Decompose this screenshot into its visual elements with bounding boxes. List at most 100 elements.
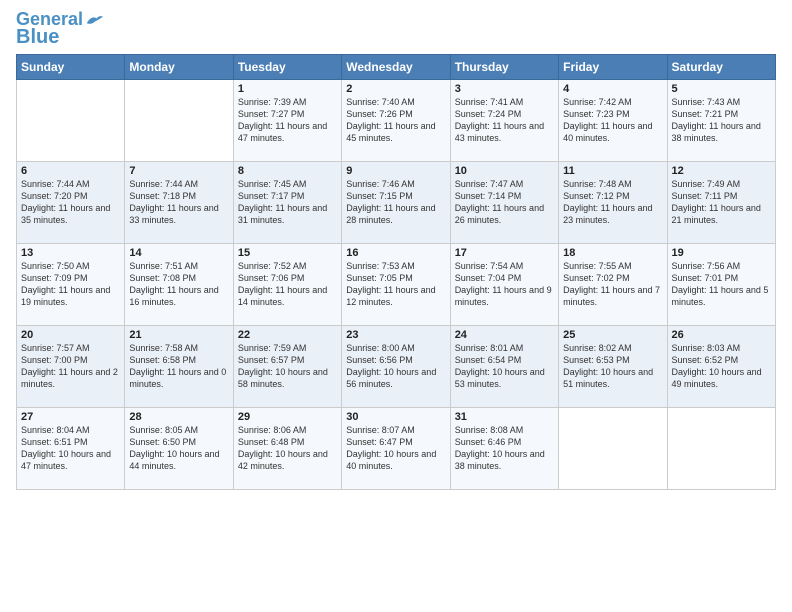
calendar-cell: 29Sunrise: 8:06 AMSunset: 6:48 PMDayligh…	[233, 407, 341, 489]
calendar-cell: 17Sunrise: 7:54 AMSunset: 7:04 PMDayligh…	[450, 243, 558, 325]
day-number: 16	[346, 247, 445, 259]
col-header-thursday: Thursday	[450, 54, 558, 79]
day-number: 13	[21, 247, 120, 259]
cell-detail: Sunrise: 8:05 AMSunset: 6:50 PMDaylight:…	[129, 424, 228, 473]
cell-detail: Sunrise: 8:07 AMSunset: 6:47 PMDaylight:…	[346, 424, 445, 473]
calendar-cell: 24Sunrise: 8:01 AMSunset: 6:54 PMDayligh…	[450, 325, 558, 407]
calendar-cell: 5Sunrise: 7:43 AMSunset: 7:21 PMDaylight…	[667, 79, 775, 161]
day-number: 1	[238, 83, 337, 95]
cell-detail: Sunrise: 8:03 AMSunset: 6:52 PMDaylight:…	[672, 342, 771, 391]
day-number: 31	[455, 411, 554, 423]
logo-blue: Blue	[16, 26, 59, 48]
cell-detail: Sunrise: 7:59 AMSunset: 6:57 PMDaylight:…	[238, 342, 337, 391]
day-number: 8	[238, 165, 337, 177]
calendar-cell: 7Sunrise: 7:44 AMSunset: 7:18 PMDaylight…	[125, 161, 233, 243]
cell-detail: Sunrise: 8:04 AMSunset: 6:51 PMDaylight:…	[21, 424, 120, 473]
day-number: 7	[129, 165, 228, 177]
cell-detail: Sunrise: 7:49 AMSunset: 7:11 PMDaylight:…	[672, 178, 771, 227]
day-number: 24	[455, 329, 554, 341]
col-header-friday: Friday	[559, 54, 667, 79]
calendar-cell: 31Sunrise: 8:08 AMSunset: 6:46 PMDayligh…	[450, 407, 558, 489]
day-number: 14	[129, 247, 228, 259]
col-header-saturday: Saturday	[667, 54, 775, 79]
day-number: 10	[455, 165, 554, 177]
col-header-wednesday: Wednesday	[342, 54, 450, 79]
cell-detail: Sunrise: 7:39 AMSunset: 7:27 PMDaylight:…	[238, 96, 337, 145]
calendar-cell: 6Sunrise: 7:44 AMSunset: 7:20 PMDaylight…	[17, 161, 125, 243]
cell-detail: Sunrise: 7:58 AMSunset: 6:58 PMDaylight:…	[129, 342, 228, 391]
cell-detail: Sunrise: 7:50 AMSunset: 7:09 PMDaylight:…	[21, 260, 120, 309]
page: General Blue SundayMondayTuesdayWednesda…	[0, 0, 792, 500]
day-number: 3	[455, 83, 554, 95]
day-number: 12	[672, 165, 771, 177]
cell-detail: Sunrise: 7:45 AMSunset: 7:17 PMDaylight:…	[238, 178, 337, 227]
calendar-cell: 8Sunrise: 7:45 AMSunset: 7:17 PMDaylight…	[233, 161, 341, 243]
col-header-sunday: Sunday	[17, 54, 125, 79]
cell-detail: Sunrise: 7:57 AMSunset: 7:00 PMDaylight:…	[21, 342, 120, 391]
calendar-cell: 4Sunrise: 7:42 AMSunset: 7:23 PMDaylight…	[559, 79, 667, 161]
day-number: 17	[455, 247, 554, 259]
cell-detail: Sunrise: 7:46 AMSunset: 7:15 PMDaylight:…	[346, 178, 445, 227]
calendar-cell: 26Sunrise: 8:03 AMSunset: 6:52 PMDayligh…	[667, 325, 775, 407]
calendar-cell: 18Sunrise: 7:55 AMSunset: 7:02 PMDayligh…	[559, 243, 667, 325]
calendar-cell: 23Sunrise: 8:00 AMSunset: 6:56 PMDayligh…	[342, 325, 450, 407]
calendar-cell: 13Sunrise: 7:50 AMSunset: 7:09 PMDayligh…	[17, 243, 125, 325]
calendar-cell	[667, 407, 775, 489]
calendar-cell: 9Sunrise: 7:46 AMSunset: 7:15 PMDaylight…	[342, 161, 450, 243]
cell-detail: Sunrise: 7:44 AMSunset: 7:20 PMDaylight:…	[21, 178, 120, 227]
day-number: 28	[129, 411, 228, 423]
calendar-cell: 19Sunrise: 7:56 AMSunset: 7:01 PMDayligh…	[667, 243, 775, 325]
day-number: 27	[21, 411, 120, 423]
day-number: 29	[238, 411, 337, 423]
day-number: 25	[563, 329, 662, 341]
calendar-cell: 2Sunrise: 7:40 AMSunset: 7:26 PMDaylight…	[342, 79, 450, 161]
calendar-table: SundayMondayTuesdayWednesdayThursdayFrid…	[16, 54, 776, 490]
day-number: 6	[21, 165, 120, 177]
day-number: 5	[672, 83, 771, 95]
cell-detail: Sunrise: 8:06 AMSunset: 6:48 PMDaylight:…	[238, 424, 337, 473]
cell-detail: Sunrise: 7:40 AMSunset: 7:26 PMDaylight:…	[346, 96, 445, 145]
header: General Blue	[16, 10, 776, 48]
cell-detail: Sunrise: 7:44 AMSunset: 7:18 PMDaylight:…	[129, 178, 228, 227]
calendar-cell: 25Sunrise: 8:02 AMSunset: 6:53 PMDayligh…	[559, 325, 667, 407]
calendar-header-row: SundayMondayTuesdayWednesdayThursdayFrid…	[17, 54, 776, 79]
cell-detail: Sunrise: 7:54 AMSunset: 7:04 PMDaylight:…	[455, 260, 554, 309]
calendar-week-row: 1Sunrise: 7:39 AMSunset: 7:27 PMDaylight…	[17, 79, 776, 161]
day-number: 22	[238, 329, 337, 341]
day-number: 23	[346, 329, 445, 341]
cell-detail: Sunrise: 7:42 AMSunset: 7:23 PMDaylight:…	[563, 96, 662, 145]
col-header-tuesday: Tuesday	[233, 54, 341, 79]
day-number: 2	[346, 83, 445, 95]
calendar-week-row: 27Sunrise: 8:04 AMSunset: 6:51 PMDayligh…	[17, 407, 776, 489]
calendar-cell	[559, 407, 667, 489]
cell-detail: Sunrise: 7:41 AMSunset: 7:24 PMDaylight:…	[455, 96, 554, 145]
day-number: 4	[563, 83, 662, 95]
calendar-cell	[125, 79, 233, 161]
calendar-cell: 10Sunrise: 7:47 AMSunset: 7:14 PMDayligh…	[450, 161, 558, 243]
cell-detail: Sunrise: 7:43 AMSunset: 7:21 PMDaylight:…	[672, 96, 771, 145]
calendar-cell: 28Sunrise: 8:05 AMSunset: 6:50 PMDayligh…	[125, 407, 233, 489]
cell-detail: Sunrise: 7:52 AMSunset: 7:06 PMDaylight:…	[238, 260, 337, 309]
calendar-cell: 30Sunrise: 8:07 AMSunset: 6:47 PMDayligh…	[342, 407, 450, 489]
calendar-cell: 27Sunrise: 8:04 AMSunset: 6:51 PMDayligh…	[17, 407, 125, 489]
cell-detail: Sunrise: 8:02 AMSunset: 6:53 PMDaylight:…	[563, 342, 662, 391]
calendar-week-row: 6Sunrise: 7:44 AMSunset: 7:20 PMDaylight…	[17, 161, 776, 243]
day-number: 9	[346, 165, 445, 177]
calendar-cell: 1Sunrise: 7:39 AMSunset: 7:27 PMDaylight…	[233, 79, 341, 161]
cell-detail: Sunrise: 8:00 AMSunset: 6:56 PMDaylight:…	[346, 342, 445, 391]
cell-detail: Sunrise: 7:55 AMSunset: 7:02 PMDaylight:…	[563, 260, 662, 309]
calendar-cell: 22Sunrise: 7:59 AMSunset: 6:57 PMDayligh…	[233, 325, 341, 407]
col-header-monday: Monday	[125, 54, 233, 79]
cell-detail: Sunrise: 7:47 AMSunset: 7:14 PMDaylight:…	[455, 178, 554, 227]
calendar-cell: 12Sunrise: 7:49 AMSunset: 7:11 PMDayligh…	[667, 161, 775, 243]
day-number: 11	[563, 165, 662, 177]
calendar-cell: 21Sunrise: 7:58 AMSunset: 6:58 PMDayligh…	[125, 325, 233, 407]
calendar-cell: 14Sunrise: 7:51 AMSunset: 7:08 PMDayligh…	[125, 243, 233, 325]
cell-detail: Sunrise: 7:56 AMSunset: 7:01 PMDaylight:…	[672, 260, 771, 309]
calendar-cell: 11Sunrise: 7:48 AMSunset: 7:12 PMDayligh…	[559, 161, 667, 243]
calendar-cell: 15Sunrise: 7:52 AMSunset: 7:06 PMDayligh…	[233, 243, 341, 325]
day-number: 20	[21, 329, 120, 341]
day-number: 18	[563, 247, 662, 259]
logo: General Blue	[16, 10, 103, 48]
cell-detail: Sunrise: 7:51 AMSunset: 7:08 PMDaylight:…	[129, 260, 228, 309]
